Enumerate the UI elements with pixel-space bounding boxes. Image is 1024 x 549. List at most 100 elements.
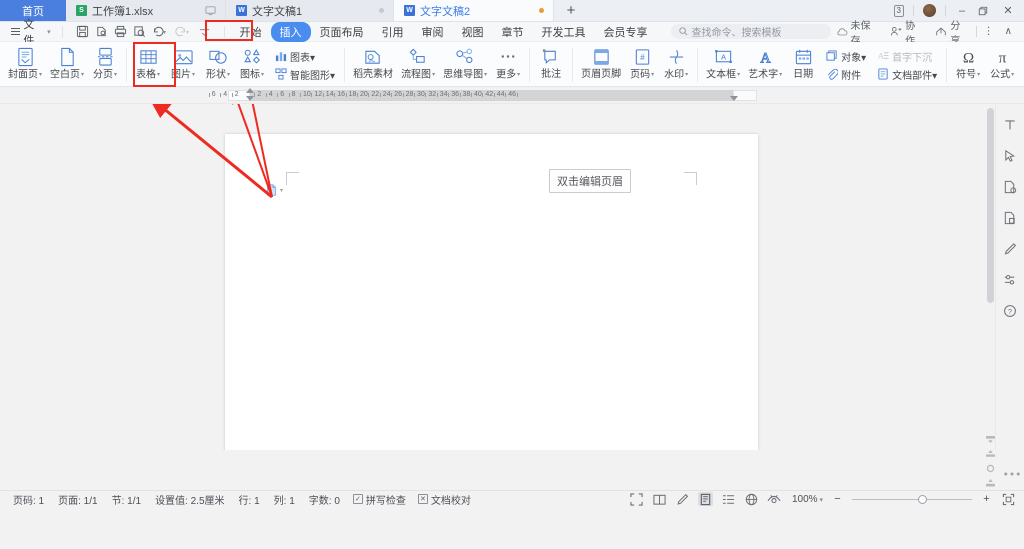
spell-check-toggle[interactable]: ✓ 拼写检查 bbox=[347, 492, 412, 507]
object-button[interactable]: 对象▾ bbox=[822, 48, 869, 65]
chart-button[interactable]: 图表▾ bbox=[271, 48, 338, 65]
blank-page-button[interactable]: 空白页▾ bbox=[46, 44, 88, 86]
print-icon[interactable] bbox=[111, 24, 130, 40]
document-tab-doc2[interactable]: W 文字文稿2 bbox=[394, 0, 554, 21]
page-up-icon[interactable] bbox=[985, 450, 995, 458]
mindmap-button[interactable]: 思维导图▾ bbox=[439, 44, 491, 86]
tab-status-dot[interactable] bbox=[379, 8, 384, 13]
smartart-button[interactable]: 智能图形▾ bbox=[271, 66, 338, 83]
restore-button[interactable] bbox=[978, 6, 992, 16]
document-page[interactable]: ▾ 双击编辑页眉 bbox=[225, 134, 758, 450]
tab-review[interactable]: 审阅 bbox=[413, 22, 453, 42]
select-tool-icon[interactable] bbox=[1001, 147, 1019, 165]
status-row[interactable]: 行: 1 bbox=[232, 492, 267, 507]
page-number-button[interactable]: # 页码▾ bbox=[625, 44, 659, 86]
find-icon[interactable] bbox=[130, 24, 149, 40]
textbox-button[interactable]: A 文本框▾ bbox=[702, 44, 744, 86]
status-setting-value[interactable]: 设置值: 2.5厘米 bbox=[148, 492, 231, 507]
page-setup-badge[interactable]: ▾ bbox=[266, 184, 283, 196]
icons-button[interactable]: 图标▾ bbox=[235, 44, 269, 86]
print-layout-icon[interactable] bbox=[697, 492, 713, 506]
document-tab-doc1[interactable]: W 文字文稿1 bbox=[226, 0, 394, 21]
settings-sliders-icon[interactable] bbox=[1001, 271, 1019, 289]
document-tab-xlsx[interactable]: S 工作簿1.xlsx bbox=[66, 0, 226, 21]
status-page-number[interactable]: 页码: 1 bbox=[6, 492, 51, 507]
zoom-slider[interactable] bbox=[852, 494, 972, 504]
pen-tool-icon[interactable] bbox=[1001, 240, 1019, 258]
fullscreen-icon[interactable] bbox=[629, 492, 644, 506]
shapes-button[interactable]: 形状▾ bbox=[201, 44, 235, 86]
text-tool-icon[interactable] bbox=[1001, 116, 1019, 134]
close-button[interactable]: ✕ bbox=[1001, 4, 1015, 17]
symbol-button[interactable]: Ω 符号▾ bbox=[951, 44, 985, 86]
status-column[interactable]: 列: 1 bbox=[267, 492, 302, 507]
more-button[interactable]: 更多▾ bbox=[491, 44, 525, 86]
picture-button[interactable]: 图片▾ bbox=[165, 44, 201, 86]
select-browse-object-icon[interactable] bbox=[986, 464, 995, 473]
table-button[interactable]: 表格▾ bbox=[131, 44, 165, 86]
new-tab-button[interactable]: + bbox=[554, 0, 588, 21]
status-section[interactable]: 节: 1/1 bbox=[105, 492, 148, 507]
tab-view[interactable]: 视图 bbox=[453, 22, 493, 42]
document-parts-button[interactable]: 文档部件▾ bbox=[873, 66, 940, 83]
zoom-out-button[interactable]: − bbox=[831, 493, 844, 505]
print-preview-icon[interactable] bbox=[92, 24, 111, 40]
save-icon[interactable] bbox=[73, 24, 92, 40]
outline-icon[interactable] bbox=[721, 492, 736, 506]
formula-button[interactable]: π 公式▾ bbox=[985, 44, 1019, 86]
undo-icon[interactable]: ▾ bbox=[149, 24, 172, 40]
export-pdf-icon[interactable] bbox=[1001, 178, 1019, 196]
docer-material-button[interactable]: 稻壳素材 bbox=[349, 44, 397, 86]
avatar[interactable] bbox=[923, 4, 936, 17]
vertical-scrollbar[interactable] bbox=[986, 104, 995, 450]
help-icon[interactable]: ? bbox=[1001, 302, 1019, 320]
document-workspace[interactable]: ▾ 双击编辑页眉 ? bbox=[0, 104, 1024, 450]
comment-button[interactable]: 批注 bbox=[534, 44, 568, 86]
indent-marker-right[interactable] bbox=[730, 96, 738, 101]
status-page-count[interactable]: 页面: 1/1 bbox=[51, 492, 104, 507]
tab-member-exclusive[interactable]: 会员专享 bbox=[595, 22, 657, 42]
prev-page-icon[interactable] bbox=[985, 436, 995, 444]
customize-toolbar-icon[interactable] bbox=[195, 24, 214, 40]
watermark-button[interactable]: 水印▾ bbox=[659, 44, 693, 86]
chevron-down-icon[interactable]: ▾ bbox=[280, 187, 283, 194]
numbering-button[interactable]: # 编号 bbox=[1019, 44, 1024, 86]
wordart-button[interactable]: A 艺术字▾ bbox=[744, 44, 786, 86]
header-footer-button[interactable]: 页眉页脚 bbox=[577, 44, 625, 86]
flowchart-button[interactable]: 流程图▾ bbox=[397, 44, 439, 86]
web-layout-icon[interactable] bbox=[744, 492, 759, 506]
cast-icon[interactable] bbox=[205, 5, 216, 16]
attachment-button[interactable]: 附件 bbox=[822, 66, 869, 83]
highlight-pen-icon[interactable] bbox=[675, 492, 690, 506]
more-options-icon[interactable]: ⋮ bbox=[980, 26, 998, 37]
tab-references[interactable]: 引用 bbox=[373, 22, 413, 42]
rail-more-icon[interactable] bbox=[1002, 470, 1022, 478]
status-word-count[interactable]: 字数: 0 bbox=[302, 492, 347, 507]
horizontal-ruler[interactable]: 6 4 2 2 4 6 8 10 12 14 16 18 20 22 24 26 28 30 32 34 36 38 40 4… bbox=[0, 87, 1024, 104]
tab-unsaved-dot[interactable] bbox=[539, 8, 544, 13]
collapse-ribbon-icon[interactable]: ∧ bbox=[1001, 26, 1016, 37]
next-page-icon[interactable] bbox=[985, 479, 995, 487]
eye-protection-icon[interactable] bbox=[767, 492, 782, 506]
minimize-button[interactable]: – bbox=[955, 5, 969, 17]
zoom-slider-knob[interactable] bbox=[918, 494, 927, 504]
redo-icon[interactable]: ▾ bbox=[172, 24, 195, 40]
scrollbar-thumb[interactable] bbox=[987, 108, 994, 303]
window-count-badge[interactable]: 3 bbox=[893, 4, 904, 17]
dropcap-button[interactable]: A 首字下沉 bbox=[873, 48, 940, 65]
tab-developer-tools[interactable]: 开发工具 bbox=[533, 22, 595, 42]
zoom-level-label[interactable]: 100% ▾ bbox=[792, 494, 823, 505]
tab-start[interactable]: 开始 bbox=[231, 22, 271, 42]
date-button[interactable]: 日期 bbox=[786, 44, 820, 86]
fit-page-icon[interactable] bbox=[1001, 492, 1016, 506]
indent-marker-hanging[interactable] bbox=[246, 96, 254, 101]
zoom-in-button[interactable]: + bbox=[980, 493, 993, 505]
search-input[interactable]: 查找命令、搜索模板 bbox=[670, 24, 831, 39]
reading-layout-icon[interactable] bbox=[652, 492, 667, 506]
tab-insert[interactable]: 插入 bbox=[270, 21, 311, 42]
document-proofing-toggle[interactable]: ✕ 文档校对 bbox=[412, 492, 477, 507]
indent-marker-left[interactable] bbox=[246, 88, 254, 93]
tab-section[interactable]: 章节 bbox=[493, 22, 533, 42]
page-break-button[interactable]: 分页▾ bbox=[88, 44, 122, 86]
edit-header-button[interactable]: 双击编辑页眉 bbox=[549, 169, 631, 193]
